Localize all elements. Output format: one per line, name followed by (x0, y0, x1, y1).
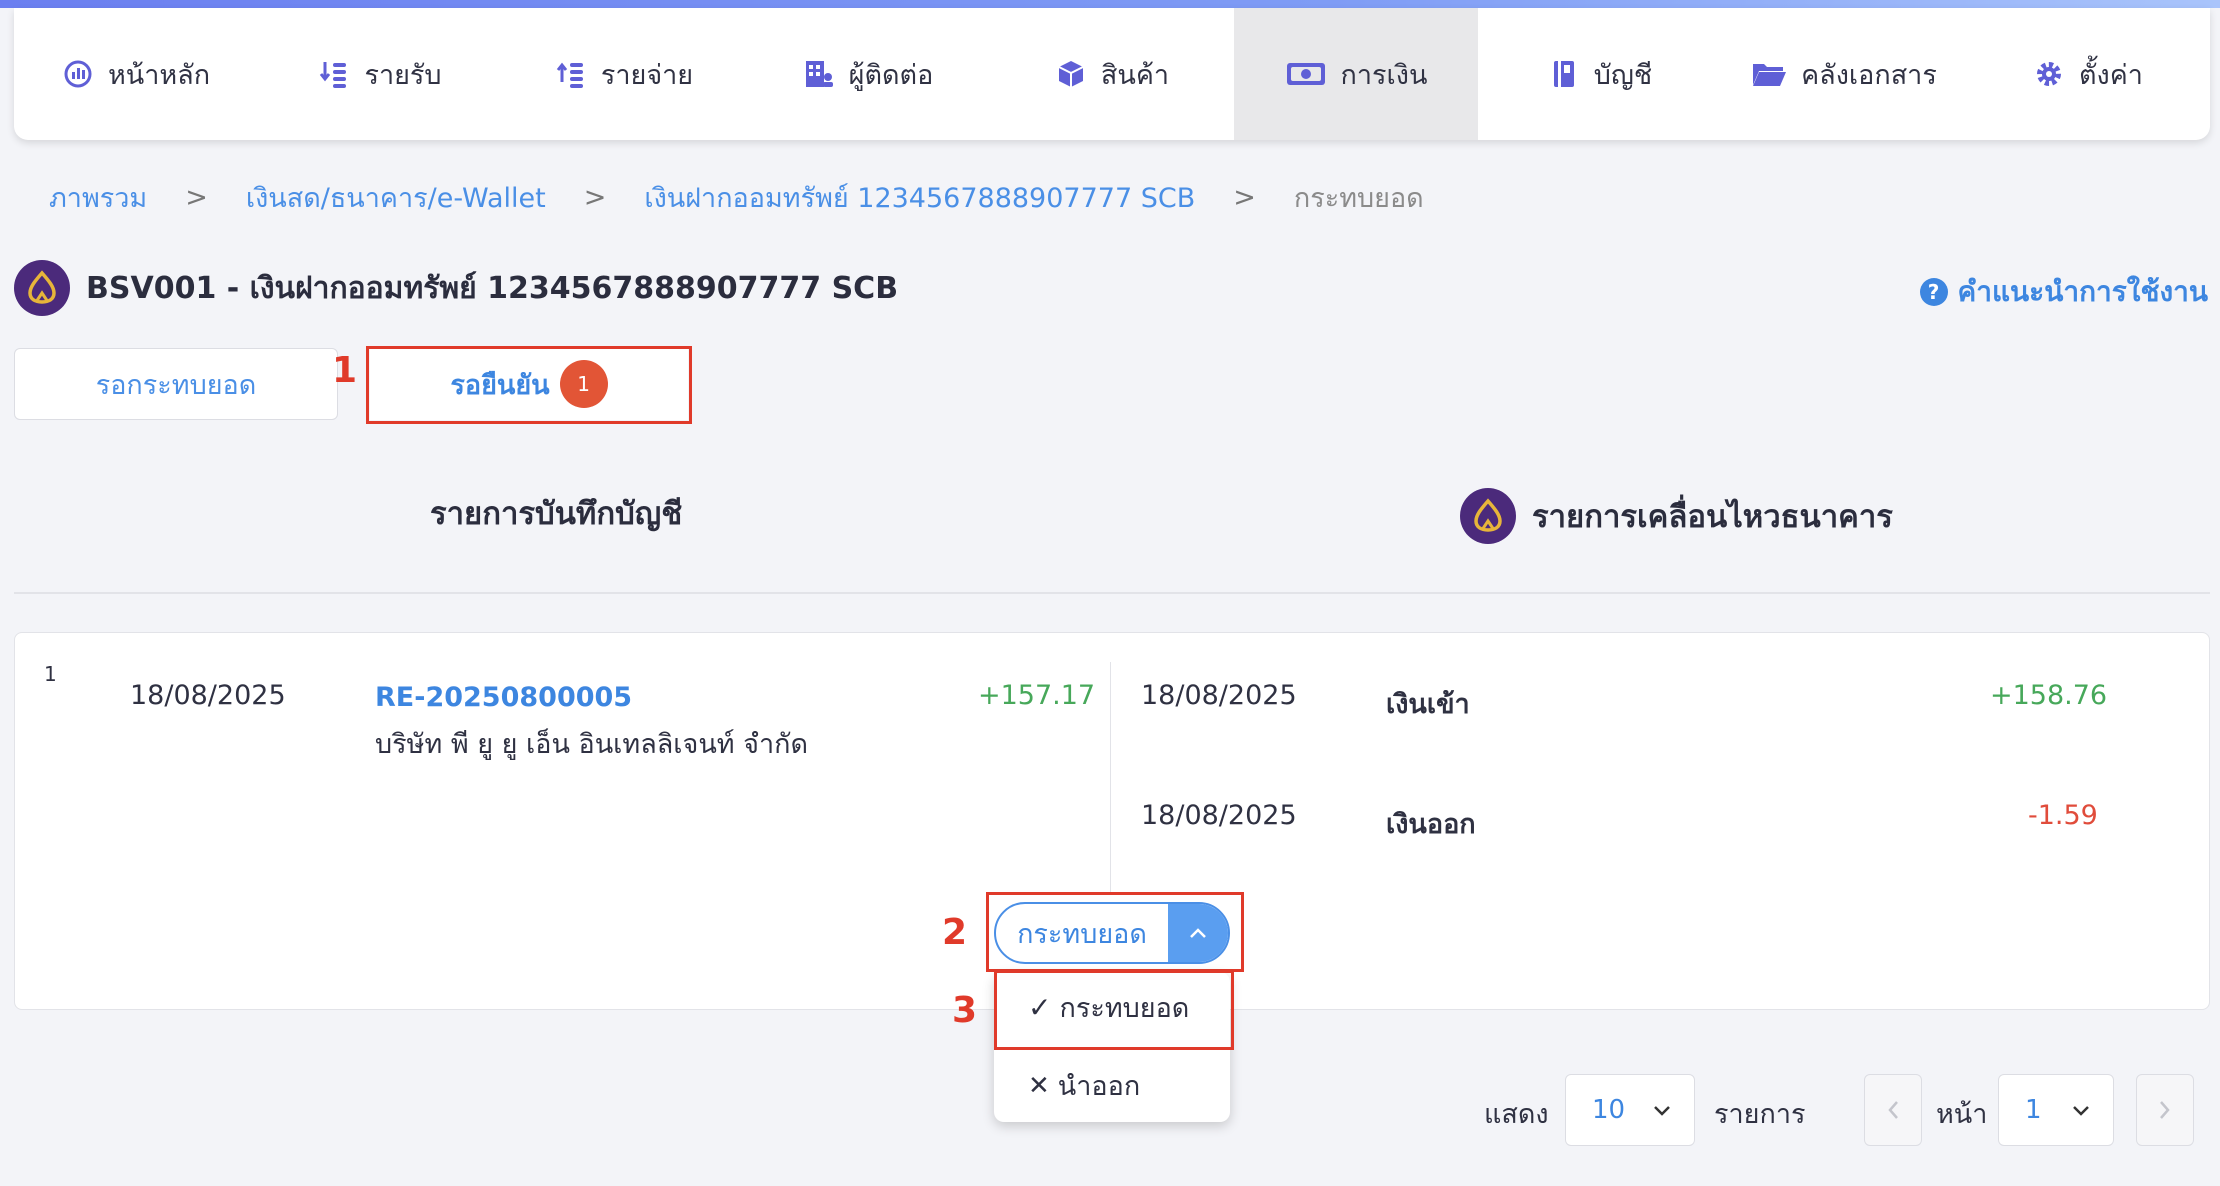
bank-amount: -1.59 (2028, 800, 2098, 831)
nav-item-products[interactable]: สินค้า (990, 8, 1234, 140)
nav-item-label: รายรับ (364, 59, 442, 91)
next-page-button[interactable] (2136, 1074, 2194, 1146)
menu-item-reconcile[interactable]: ✓ กระทบยอด (1028, 986, 1189, 1029)
bank-column-title: รายการเคลื่อนไหวธนาคาร (1532, 499, 1893, 535)
annotation-label-1: 1 (332, 350, 358, 391)
breadcrumb: ภาพรวม > เงินสด/ธนาคาร/e-Wallet > เงินฝา… (49, 176, 1424, 219)
contacts-icon (805, 61, 833, 87)
money-icon (1286, 63, 1325, 85)
help-label: คำแนะนำการใช้งาน (1957, 275, 2208, 308)
chevron-down-icon (2073, 1106, 2089, 1116)
ledger-party: บริษัท พี ยู ยู เอ็น อินเทลลิเจนท์ จำกัด (375, 729, 809, 760)
ledger-column-header: รายการบันทึกบัญชี (430, 488, 682, 538)
bank-logo (14, 260, 70, 316)
nav-item-contacts[interactable]: ผู้ติดต่อ (746, 8, 990, 140)
income-icon (320, 62, 347, 88)
nav-item-expense[interactable]: รายจ่าย (502, 8, 746, 140)
breadcrumb-separator: > (185, 182, 208, 213)
menu-item-remove[interactable]: ✕ นำออก (1028, 1064, 1140, 1107)
nav-item-label: ผู้ติดต่อ (848, 59, 934, 91)
bank-column-header: รายการเคลื่อนไหวธนาคาร (1460, 488, 1893, 544)
reconcile-split-button: กระทบยอด (994, 902, 1230, 964)
nav-item-label: หน้าหลัก (107, 59, 211, 91)
nav-item-label: รายจ่าย (600, 59, 694, 91)
menu-item-label: นำออก (1057, 1071, 1141, 1102)
prev-page-button[interactable] (1864, 1074, 1922, 1146)
ledger-date: 18/08/2025 (130, 680, 286, 711)
account-header: BSV001 - เงินฝากออมทรัพย์ 12345678889077… (14, 260, 898, 316)
page-size-value: 10 (1592, 1095, 1626, 1125)
bank-type: เงินเข้า (1386, 689, 1470, 720)
tab-label: รอกระทบยอด (95, 369, 257, 401)
folder-icon (1753, 64, 1787, 86)
page-select[interactable]: 1 (1998, 1074, 2114, 1146)
reconcile-button[interactable]: กระทบยอด (996, 904, 1168, 962)
gear-icon (2037, 62, 2062, 86)
row-index: 1 (44, 662, 57, 686)
tab-awaiting-confirm[interactable]: รอยืนยัน 1 (370, 348, 688, 420)
bank-amount: +158.76 (1990, 680, 2108, 711)
page-label: หน้า (1936, 1099, 1988, 1130)
tab-label: รอยืนยัน (450, 369, 550, 401)
items-label: รายการ (1714, 1099, 1806, 1130)
nav-item-label: การเงิน (1340, 59, 1428, 91)
breadcrumb-separator: > (1233, 182, 1256, 213)
count-badge: 1 (559, 360, 608, 408)
nav-item-label: บัญชี (1593, 59, 1653, 91)
breadcrumb-separator: > (583, 182, 607, 213)
ledger-doc-link[interactable]: RE-20250800005 (375, 682, 632, 713)
help-icon: ? (1919, 278, 1948, 306)
ledger-column-title: รายการบันทึกบัญชี (430, 496, 683, 532)
column-divider (1110, 662, 1111, 892)
page-value: 1 (2025, 1095, 2042, 1125)
annotation-label-3: 3 (952, 990, 978, 1031)
chevron-left-icon (1888, 1101, 1898, 1119)
breadcrumb-current: กระทบยอด (1293, 183, 1424, 214)
bank-logo-icon (1474, 498, 1502, 532)
bank-type: เงินออก (1386, 809, 1476, 840)
nav-item-label: สินค้า (1100, 59, 1170, 91)
nav-item-accounting[interactable]: บัญชี (1478, 8, 1722, 140)
nav-item-home[interactable]: หน้าหลัก (14, 8, 258, 140)
nav-item-income[interactable]: รายรับ (258, 8, 502, 140)
nav-item-label: คลังเอกสาร (1801, 59, 1937, 91)
bank-logo-icon (28, 270, 56, 304)
close-icon: ✕ (1028, 1070, 1050, 1101)
bank-date: 18/08/2025 (1141, 800, 1297, 831)
annotation-label-2: 2 (942, 912, 968, 953)
nav-item-finance[interactable]: การเงิน (1234, 8, 1478, 140)
bank-date: 18/08/2025 (1141, 680, 1297, 711)
expense-icon (556, 62, 583, 88)
help-link[interactable]: ? คำแนะนำการใช้งาน (1919, 270, 2208, 314)
nav-item-documents[interactable]: คลังเอกสาร (1722, 8, 1966, 140)
breadcrumb-overview[interactable]: ภาพรวม (49, 176, 147, 219)
account-title: BSV001 - เงินฝากออมทรัพย์ 12345678889077… (86, 270, 899, 306)
bank-logo (1460, 488, 1516, 544)
main-nav: หน้าหลัก รายรับ รายจ่าย ผู้ติดต่อ สินค้า (14, 8, 2210, 140)
chevron-up-icon (1190, 928, 1206, 938)
menu-item-label: กระทบยอด (1059, 993, 1190, 1024)
reconcile-dropdown-menu: ✓ กระทบยอด ✕ นำออก (994, 972, 1230, 1122)
nav-item-settings[interactable]: ตั้งค่า (1966, 8, 2210, 140)
breadcrumb-cash-bank[interactable]: เงินสด/ธนาคาร/e-Wallet (246, 176, 546, 219)
ledger-icon (1553, 61, 1574, 87)
breadcrumb-account[interactable]: เงินฝากออมทรัพย์ 1234567888907777 SCB (644, 176, 1195, 219)
tab-pending-reconcile[interactable]: รอกระทบยอด (14, 348, 338, 420)
ledger-amount: +157.17 (978, 680, 1096, 711)
nav-item-label: ตั้งค่า (2079, 59, 2143, 91)
chevron-right-icon (2160, 1101, 2170, 1119)
box-icon (1058, 61, 1084, 87)
dashboard-icon (64, 60, 92, 88)
page-size-select[interactable]: 10 (1565, 1074, 1695, 1146)
show-label: แสดง (1484, 1099, 1549, 1130)
header-divider (14, 592, 2210, 594)
top-accent-bar (0, 0, 2220, 8)
check-icon: ✓ (1028, 991, 1052, 1024)
chevron-down-icon (1654, 1106, 1670, 1116)
reconcile-dropdown-toggle[interactable] (1168, 904, 1228, 962)
